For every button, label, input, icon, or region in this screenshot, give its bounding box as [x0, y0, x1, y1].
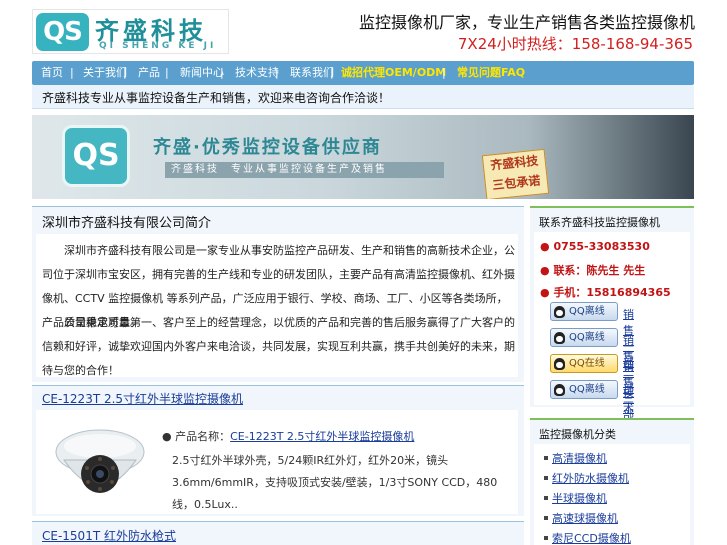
contact-panel-title: 联系齐盛科技监控摄像机 [539, 216, 660, 229]
qq-penguin-icon [554, 358, 565, 370]
product-name-line: ● 产品名称：CE-1223T 2.5寸红外半球监控摄像机 [162, 430, 415, 443]
qq-status-label: QQ在线 [569, 358, 605, 369]
main-nav: 首页 | 关于我们 | 产品 | 新闻中心 | 技术支持 | 联系我们 | 诚招… [32, 61, 694, 85]
contact-mobile-number: 手机：15816894365 [553, 286, 671, 299]
nav-separator: | [70, 66, 74, 79]
site-header: QS 齐盛科技 QI SHENG KE JI 监控摄像机厂家，专业生产销售各类监… [0, 0, 727, 60]
nav-item-support[interactable]: 技术支持 [235, 61, 279, 85]
banner-logo-mark: QS [62, 125, 130, 187]
contact-panel: 联系齐盛科技监控摄像机 ● 0755-33083530 ● 联系：陈先生 先生 … [530, 206, 694, 447]
banner-subline: 齐盛科技 专业从事监控设备生产及销售 [165, 162, 444, 178]
nav-separator: | [442, 66, 446, 79]
contact-mobile: ● 手机：15816894365 [540, 286, 671, 299]
category-link[interactable]: 高清摄像机 [544, 450, 607, 466]
product-name-label: 产品名称： [175, 430, 231, 443]
logo-mark: QS [36, 13, 89, 51]
nav-item-about[interactable]: 关于我们 [83, 61, 127, 85]
nav-item-home[interactable]: 首页 [41, 61, 63, 85]
company-intro-body: 深圳市齐盛科技有限公司是一家专业从事安防监控产品研发、生产和销售的高新技术企业，… [36, 234, 518, 377]
qq-status-button[interactable]: QQ离线 [550, 302, 618, 321]
nav-separator: | [165, 66, 169, 79]
qq-status-button[interactable]: QQ在线 [550, 354, 618, 373]
category-link[interactable]: 红外防水摄像机 [544, 470, 629, 486]
contact-phone-number: 0755-33083530 [553, 240, 650, 253]
product-card-body: ● 产品名称：CE-1223T 2.5寸红外半球监控摄像机 2.5寸红外半球外壳… [36, 410, 518, 514]
contact-person: ● 联系：陈先生 先生 [540, 264, 646, 277]
category-link[interactable]: 索尼CCD摄像机 [544, 530, 631, 545]
product-card: CE-1223T 2.5寸红外半球监控摄像机 ● 产品名称：CE-1223T 2… [32, 385, 524, 516]
contact-phone: ● 0755-33083530 [540, 240, 650, 253]
category-link[interactable]: 半球摄像机 [544, 490, 607, 506]
qq-status-label: QQ离线 [569, 332, 605, 343]
company-intro-paragraph: 公司秉承质量第一、客户至上的经营理念，以优质的产品和完善的售后服务赢得了广大客户… [42, 316, 515, 377]
qq-status-button[interactable]: QQ离线 [550, 380, 618, 399]
hero-banner: QS 齐盛·优秀监控设备供应商 齐盛科技 专业从事监控设备生产及销售 齐盛科技 … [32, 115, 694, 199]
nav-separator: | [220, 66, 224, 79]
qq-status-button[interactable]: QQ离线 [550, 328, 618, 347]
company-intro-panel: 深圳市齐盛科技有限公司简介 深圳市齐盛科技有限公司是一家专业从事安防监控产品研发… [32, 206, 524, 382]
qq-status-label: QQ离线 [569, 306, 605, 317]
qq-status-label: QQ离线 [569, 384, 605, 395]
product-description: 2.5寸红外半球外壳，5/24颗IR红外灯，红外20米，镜头3.6mm/6mmI… [172, 454, 498, 511]
logo-pinyin: QI SHENG KE JI [99, 41, 217, 51]
category-panel: 监控摄像机分类 高清摄像机 红外防水摄像机 半球摄像机 高速球摄像机 索尼CCD… [530, 418, 694, 545]
notice-text: 齐盛科技专业从事监控设备生产和销售，欢迎来电咨询合作洽谈！ [42, 91, 391, 105]
nav-separator: | [330, 66, 334, 79]
product-title-link[interactable]: CE-1501T 红外防水枪式 [42, 527, 176, 544]
notice-bar: 齐盛科技专业从事监控设备生产和销售，欢迎来电咨询合作洽谈！ [32, 85, 694, 109]
site-logo[interactable]: QS 齐盛科技 QI SHENG KE JI [32, 9, 229, 54]
nav-item-news[interactable]: 新闻中心 [180, 61, 224, 85]
nav-separator: | [123, 66, 127, 79]
nav-item-products[interactable]: 产品 [138, 61, 160, 85]
category-list: 高清摄像机 红外防水摄像机 半球摄像机 高速球摄像机 索尼CCD摄像机 [534, 444, 690, 545]
contact-person-name: 联系：陈先生 先生 [553, 264, 646, 277]
nav-item-contact[interactable]: 联系我们 [290, 61, 334, 85]
category-panel-title: 监控摄像机分类 [539, 428, 616, 441]
qq-penguin-icon [554, 384, 565, 396]
product-name-link[interactable]: CE-1223T 2.5寸红外半球监控摄像机 [230, 430, 414, 443]
site-slogan: 监控摄像机厂家，专业生产销售各类监控摄像机 [358, 13, 695, 32]
nav-separator: | [275, 66, 279, 79]
hotline-number: 7X24小时热线：158-168-94-365 [457, 35, 693, 53]
nav-item-faq[interactable]: 常见问题FAQ [457, 61, 525, 85]
nav-item-oem-odm[interactable]: 诚招代理OEM/ODM [341, 61, 446, 85]
qq-penguin-icon [554, 332, 565, 344]
product-title-link[interactable]: CE-1223T 2.5寸红外半球监控摄像机 [42, 390, 243, 407]
qq-penguin-icon [554, 306, 565, 318]
contact-panel-body: ● 0755-33083530 ● 联系：陈先生 先生 ● 手机：1581689… [534, 232, 690, 447]
banner-tagline: 齐盛·优秀监控设备供应商 [153, 137, 382, 158]
category-link[interactable]: 高速球摄像机 [544, 510, 618, 526]
company-intro-title: 深圳市齐盛科技有限公司简介 [42, 216, 212, 231]
dome-camera-image[interactable] [52, 416, 148, 508]
banner-guarantee-card: 齐盛科技 三包承诺 [481, 148, 550, 199]
product-card: CE-1501T 红外防水枪式 [32, 521, 524, 545]
